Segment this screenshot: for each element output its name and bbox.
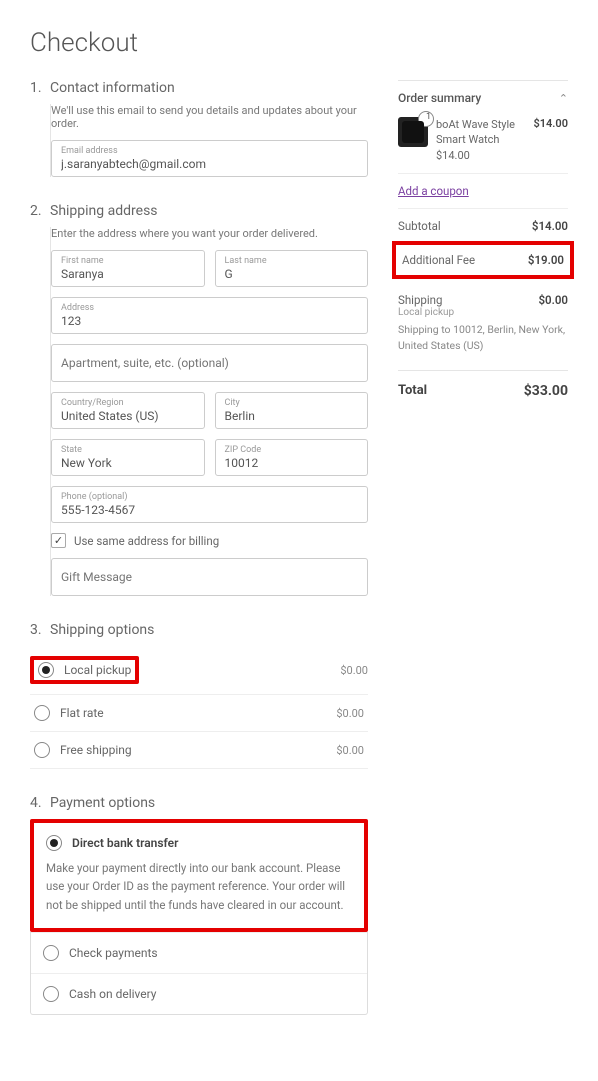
additional-fee-highlight: Additional Fee $19.00 [392, 241, 574, 279]
check-icon: ✓ [51, 533, 66, 548]
zip-input[interactable] [225, 456, 359, 470]
step-shipping-options-heading: 3. Shipping options [30, 622, 368, 638]
same-billing-checkbox[interactable]: ✓ Use same address for billing [51, 533, 368, 548]
email-input[interactable] [61, 157, 358, 171]
add-coupon-link[interactable]: Add a coupon [398, 174, 568, 209]
phone-input[interactable] [61, 503, 358, 517]
city-field[interactable]: City [215, 392, 369, 429]
last-name-field[interactable]: Last name [215, 250, 369, 287]
state-field[interactable]: State New York [51, 439, 205, 476]
email-field[interactable]: Email address [51, 140, 368, 177]
shipping-method: Local pickup [398, 307, 568, 318]
radio-free-shipping[interactable] [34, 742, 50, 758]
subtotal-row: Subtotal $14.00 [398, 209, 568, 237]
zip-field[interactable]: ZIP Code [215, 439, 369, 476]
last-name-input[interactable] [225, 267, 359, 281]
country-field[interactable]: Country/Region United States (US) [51, 392, 205, 429]
payment-bank-desc: Make your payment directly into our bank… [34, 859, 364, 928]
address2-field[interactable] [51, 344, 368, 382]
gift-message-input[interactable] [61, 570, 358, 584]
radio-bank-transfer[interactable] [46, 835, 62, 851]
contact-hint: We'll use this email to send you details… [51, 104, 368, 130]
chevron-up-icon: ⌃ [559, 92, 568, 105]
address-field[interactable]: Address [51, 297, 368, 334]
shipping-option-flat-rate[interactable]: Flat rate $0.00 [30, 695, 368, 732]
payment-check[interactable]: Check payments [31, 932, 367, 973]
gift-message-field[interactable] [51, 558, 368, 596]
summary-line-item: boAt Wave Style Smart Watch $14.00 $14.0… [398, 113, 568, 174]
price: $0.00 [340, 664, 368, 677]
shipping-to: Shipping to 10012, Berlin, New York, Uni… [398, 318, 568, 362]
step-payment-heading: 4. Payment options [30, 795, 368, 811]
payment-bank-transfer[interactable]: Direct bank transfer [34, 823, 364, 859]
phone-field[interactable]: Phone (optional) [51, 486, 368, 523]
page-title: Checkout [30, 28, 568, 58]
first-name-field[interactable]: First name [51, 250, 205, 287]
radio-local-pickup[interactable] [38, 662, 54, 678]
first-name-input[interactable] [61, 267, 195, 281]
radio-cod[interactable] [43, 986, 59, 1002]
order-summary-toggle[interactable]: Order summary ⌃ [398, 85, 568, 113]
shipping-row: Shipping $0.00 [398, 283, 568, 307]
step-shipping-heading: 2. Shipping address [30, 203, 368, 219]
total-row: Total $33.00 [398, 370, 568, 403]
radio-label: Local pickup [64, 663, 131, 677]
shipping-hint: Enter the address where you want your or… [51, 227, 368, 240]
address-input[interactable] [61, 314, 358, 328]
product-thumb [398, 117, 428, 147]
address2-input[interactable] [61, 356, 358, 370]
radio-check[interactable] [43, 945, 59, 961]
step-contact-heading: 1. Contact information [30, 80, 368, 96]
shipping-option-free[interactable]: Free shipping $0.00 [30, 732, 368, 769]
city-input[interactable] [225, 409, 359, 423]
payment-cod[interactable]: Cash on delivery [31, 973, 367, 1014]
radio-flat-rate[interactable] [34, 705, 50, 721]
